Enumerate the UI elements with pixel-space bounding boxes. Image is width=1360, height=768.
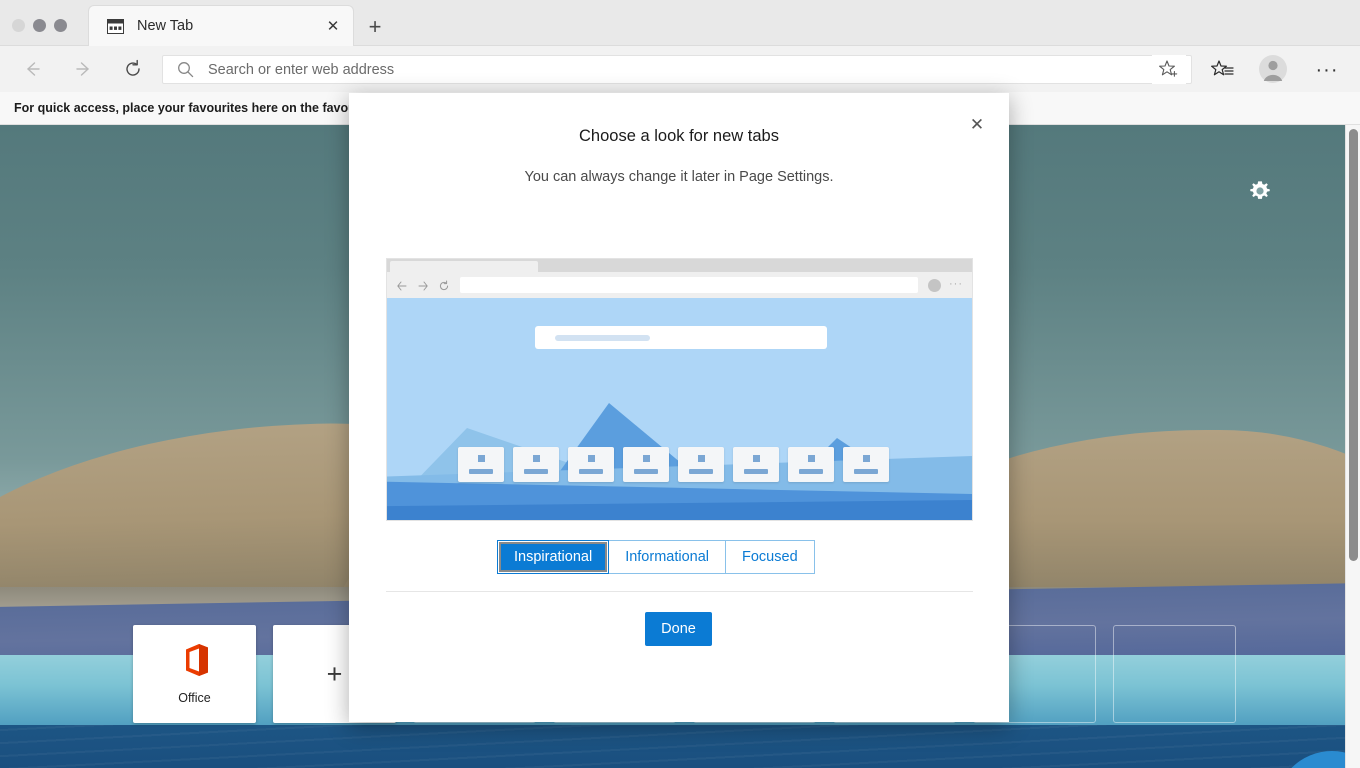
forward-button[interactable]	[70, 55, 98, 83]
profile-avatar-icon	[1259, 55, 1287, 83]
preview-tile	[513, 447, 559, 482]
option-focused[interactable]: Focused	[726, 540, 815, 574]
preview-search-box	[535, 326, 827, 349]
new-tab-preview-image: ···	[386, 258, 973, 521]
tile-label: Office	[178, 691, 211, 705]
new-tab-button[interactable]: +	[362, 14, 388, 40]
star-plus-icon	[1159, 60, 1178, 77]
preview-address-bar	[460, 277, 918, 293]
dialog-title: Choose a look for new tabs	[579, 127, 779, 145]
refresh-button[interactable]	[119, 55, 147, 83]
dialog-subtitle: You can always change it later in Page S…	[524, 169, 834, 185]
window-close-button[interactable]	[12, 19, 25, 32]
browser-window: New Tab ✕ + Search or enter web address …	[0, 0, 1360, 768]
preview-tile	[623, 447, 669, 482]
window-minimize-button[interactable]	[33, 19, 46, 32]
browser-tab[interactable]: New Tab ✕	[88, 5, 354, 46]
background-water-ripple	[0, 725, 1345, 768]
done-button[interactable]: Done	[645, 612, 712, 646]
gear-icon	[1250, 181, 1270, 199]
preview-tab-strip	[387, 259, 972, 272]
preview-profile-icon	[928, 278, 941, 292]
tile-empty-6[interactable]	[1113, 625, 1236, 723]
back-button[interactable]	[18, 55, 46, 83]
preview-more-icon: ···	[949, 278, 963, 291]
preview-tile	[458, 447, 504, 482]
tab-strip: New Tab ✕ +	[0, 0, 1360, 46]
address-input-placeholder[interactable]: Search or enter web address	[208, 62, 394, 78]
office-logo-icon	[180, 643, 210, 677]
preview-search-placeholder-bar	[555, 334, 650, 341]
navigation-toolbar: Search or enter web address ···	[0, 46, 1360, 92]
preview-tab	[390, 261, 538, 272]
refresh-icon	[126, 59, 140, 76]
arrow-right-icon	[76, 62, 89, 76]
look-option-group: Inspirational Informational Focused	[497, 540, 815, 574]
page-settings-gear-button[interactable]	[1247, 178, 1273, 204]
preview-tile	[788, 447, 834, 482]
profile-button[interactable]	[1258, 54, 1288, 84]
preview-forward-icon	[417, 279, 429, 291]
settings-and-more-button[interactable]: ···	[1312, 55, 1342, 84]
preview-tile	[568, 447, 614, 482]
preview-refresh-icon	[438, 279, 450, 291]
choose-look-dialog: ✕ Choose a look for new tabs You can alw…	[349, 93, 1009, 722]
preview-tile	[843, 447, 889, 482]
preview-tile	[733, 447, 779, 482]
tab-close-icon[interactable]: ✕	[321, 14, 345, 38]
preview-toolbar: ···	[387, 272, 972, 298]
tile-office[interactable]: Office	[133, 625, 256, 723]
page-scrollbar[interactable]	[1345, 125, 1360, 768]
arrow-left-icon	[27, 62, 40, 76]
plus-icon: +	[326, 658, 343, 689]
address-bar[interactable]: Search or enter web address	[162, 55, 1192, 84]
window-maximize-button[interactable]	[54, 19, 67, 32]
preview-back-icon	[396, 279, 408, 291]
new-tab-page-icon	[107, 18, 124, 34]
dialog-divider	[386, 591, 973, 592]
preview-tile	[678, 447, 724, 482]
preview-tiles	[458, 447, 889, 482]
window-traffic-lights	[12, 19, 67, 32]
preview-page-canvas	[387, 298, 972, 520]
add-favourite-button[interactable]	[1152, 55, 1186, 84]
star-list-icon	[1211, 60, 1234, 76]
tab-title: New Tab	[137, 18, 194, 34]
option-inspirational[interactable]: Inspirational	[497, 540, 610, 574]
favourites-list-button[interactable]	[1208, 55, 1238, 84]
search-icon	[177, 61, 194, 78]
option-informational[interactable]: Informational	[609, 540, 727, 574]
scrollbar-thumb[interactable]	[1349, 129, 1358, 561]
